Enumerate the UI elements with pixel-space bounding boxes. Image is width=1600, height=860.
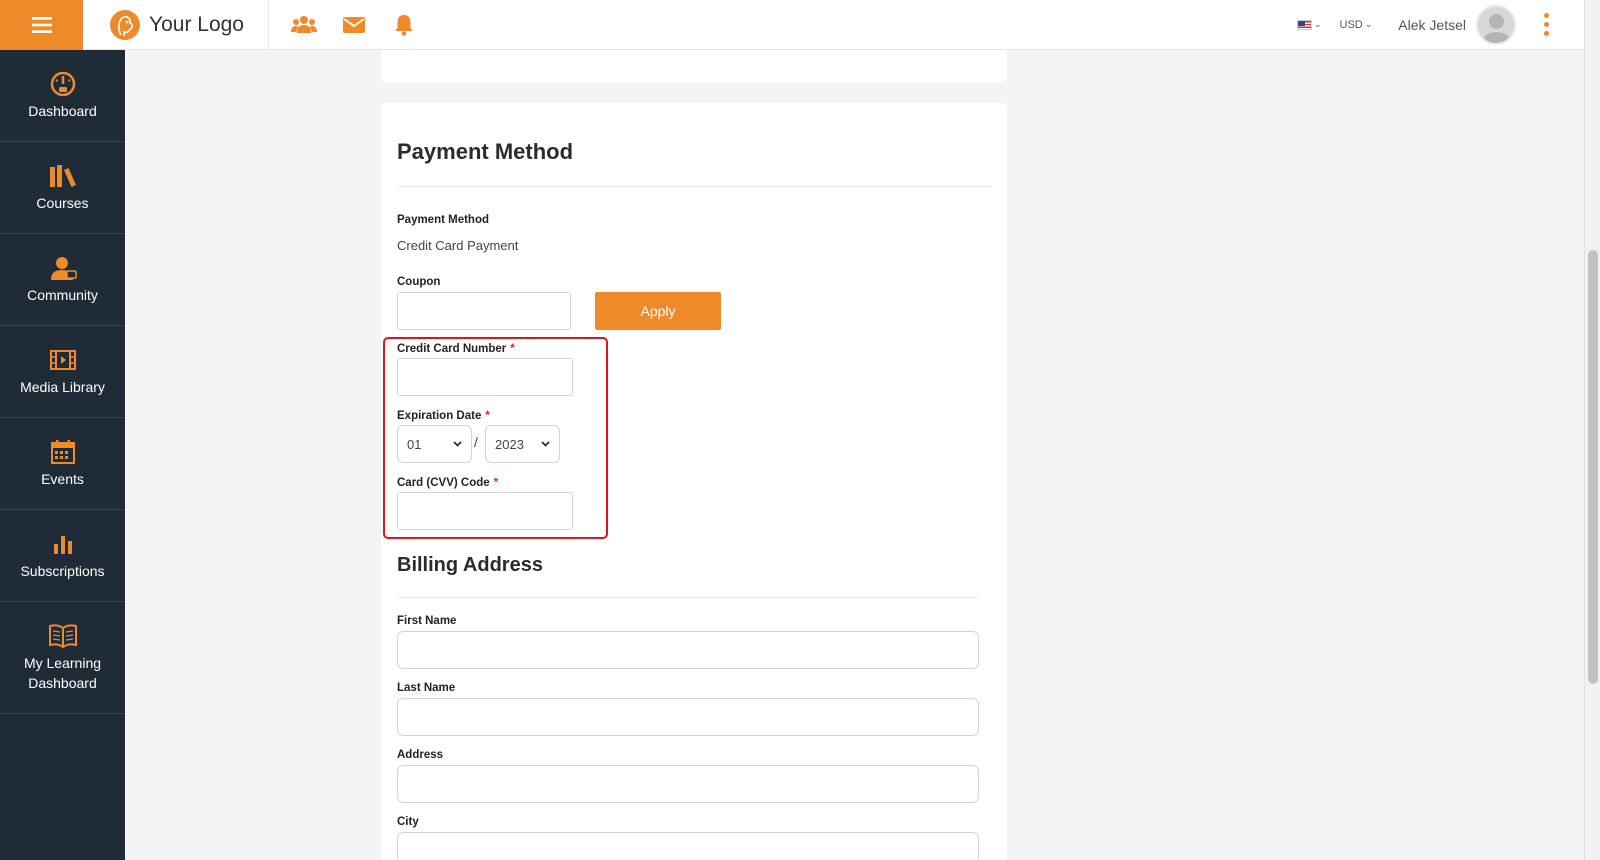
credit-card-number-input[interactable] [397, 358, 573, 396]
page-scrollbar[interactable] [1584, 0, 1600, 860]
avatar[interactable] [1476, 4, 1516, 45]
bell-icon [395, 14, 413, 36]
sidebar-item-label: Events [41, 470, 84, 487]
credit-card-number-label-text: Credit Card Number [397, 343, 507, 355]
apply-coupon-button[interactable]: Apply [595, 292, 721, 330]
sidebar-item-community[interactable]: Community [0, 234, 125, 326]
logo-text: Your Logo [149, 12, 244, 36]
sidebar-item-my-learning-dashboard[interactable]: My Learning Dashboard [0, 602, 125, 714]
envelope-icon [343, 16, 365, 33]
required-asterisk: * [493, 477, 499, 489]
top-icon-group [279, 0, 429, 50]
last-name-label: Last Name [397, 682, 456, 694]
sidebar-item-label: Media Library [20, 378, 105, 395]
expiration-date-label-text: Expiration Date [397, 410, 482, 422]
chevron-down-icon [453, 441, 462, 447]
notifications-button[interactable] [379, 0, 429, 50]
calendar-icon [50, 439, 75, 464]
required-asterisk: * [510, 343, 515, 355]
coupon-input[interactable] [397, 292, 571, 330]
messages-button[interactable] [329, 0, 379, 50]
users-icon [291, 15, 317, 33]
sidebar-item-dashboard[interactable]: Dashboard [0, 50, 125, 142]
user-name[interactable]: Alek Jetsel [1398, 17, 1466, 33]
logo[interactable]: Your Logo [83, 0, 269, 50]
kebab-dot [1543, 31, 1549, 36]
film-icon [49, 349, 76, 370]
community-user-icon [50, 256, 77, 280]
first-name-input[interactable] [397, 631, 979, 669]
sidebar: Dashboard Courses Community Media Librar… [0, 50, 125, 860]
expiration-month-value: 01 [407, 436, 422, 452]
sidebar-item-label: Subscriptions [20, 562, 105, 579]
payment-method-label: Payment Method [397, 214, 490, 226]
bar-chart-icon [53, 535, 72, 554]
cvv-label: Card (CVV) Code * [397, 477, 498, 489]
divider [397, 597, 979, 598]
sidebar-item-label: My Learning Dashboard [23, 654, 102, 691]
last-name-input[interactable] [397, 698, 979, 736]
expiration-year-select[interactable]: 2023 [485, 425, 560, 463]
payment-method-title: Payment Method [397, 139, 574, 164]
menu-toggle-button[interactable] [0, 0, 83, 50]
payment-method-value: Credit Card Payment [397, 238, 519, 253]
cvv-input[interactable] [397, 492, 573, 530]
sidebar-item-label: Dashboard [28, 102, 97, 119]
payment-card: Payment Method Payment Method Credit Car… [381, 103, 1007, 860]
sidebar-item-subscriptions[interactable]: Subscriptions [0, 510, 125, 602]
chevron-down-icon: ⌄ [1313, 19, 1322, 29]
language-selector[interactable]: ⌄ [1296, 19, 1322, 30]
us-flag-icon [1296, 19, 1312, 30]
kebab-dot [1543, 22, 1549, 27]
top-bar: Your Logo ⌄ USD ⌄ Alek Jetsel [0, 0, 1584, 50]
first-name-label: First Name [397, 615, 457, 627]
dashboard-gauge-icon [50, 71, 75, 96]
sidebar-item-label: Courses [36, 194, 89, 211]
sidebar-item-label: Community [27, 286, 98, 303]
city-input[interactable] [397, 832, 979, 860]
open-book-icon [48, 623, 77, 648]
address-input[interactable] [397, 765, 979, 803]
expiration-date-label: Expiration Date * [397, 410, 490, 422]
scrollbar-thumb[interactable] [1588, 250, 1598, 684]
users-button[interactable] [279, 0, 329, 50]
sidebar-item-courses[interactable]: Courses [0, 142, 125, 234]
currency-label: USD [1339, 18, 1363, 31]
credit-card-number-label: Credit Card Number * [397, 343, 515, 355]
coupon-label: Coupon [397, 276, 441, 288]
top-right-controls: ⌄ USD ⌄ Alek Jetsel [1296, 0, 1584, 50]
more-options-button[interactable] [1536, 13, 1556, 36]
expiration-month-select[interactable]: 01 [397, 425, 472, 463]
billing-address-title: Billing Address [397, 554, 543, 576]
books-icon [49, 164, 76, 187]
sidebar-item-events[interactable]: Events [0, 418, 125, 510]
expiration-year-value: 2023 [495, 436, 524, 452]
address-label: Address [397, 749, 444, 761]
chevron-down-icon: ⌄ [1364, 19, 1373, 29]
logo-mark-icon [110, 9, 140, 40]
chevron-down-icon [541, 441, 550, 447]
date-separator: / [474, 434, 478, 450]
sidebar-item-media-library[interactable]: Media Library [0, 326, 125, 418]
kebab-dot [1543, 13, 1549, 18]
required-asterisk: * [485, 410, 490, 422]
hamburger-icon [31, 16, 52, 33]
currency-selector[interactable]: USD ⌄ [1340, 19, 1373, 31]
divider [397, 186, 991, 187]
city-label: City [397, 816, 419, 828]
cvv-label-text: Card (CVV) Code [397, 477, 490, 489]
